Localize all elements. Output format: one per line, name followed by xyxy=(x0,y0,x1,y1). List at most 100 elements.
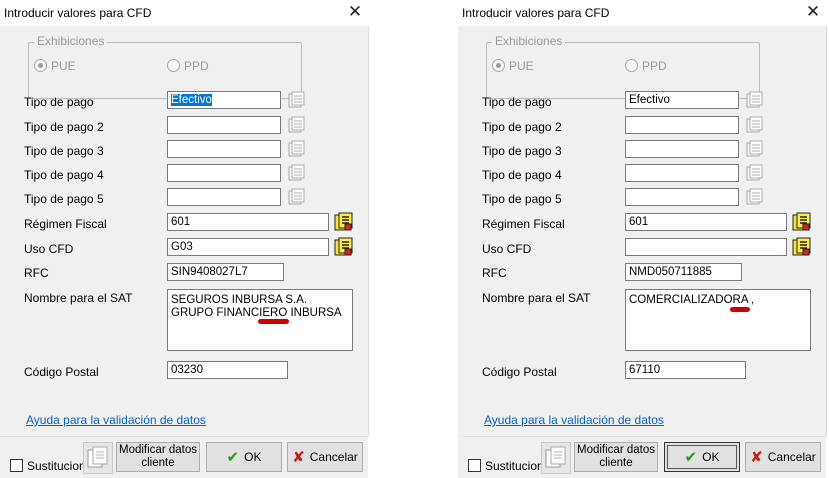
label-tipo-pago-4: Tipo de pago 4 xyxy=(24,168,104,182)
label-uso-cfd: Uso CFD xyxy=(482,242,532,256)
tipo-pago-5-field[interactable] xyxy=(167,188,281,206)
label-rfc: RFC xyxy=(24,266,49,280)
uso-cfd-field[interactable]: G03 xyxy=(167,238,329,256)
radio-pue-label: PUE xyxy=(509,59,534,73)
edit-list-icon[interactable] xyxy=(334,237,354,257)
regimen-fiscal-field[interactable]: 601 xyxy=(167,213,329,231)
document-icon xyxy=(545,446,566,468)
exhibiciones-label: Exhibiciones xyxy=(492,34,566,48)
rfc-field[interactable]: SIN9408027L7 xyxy=(167,263,284,281)
label-tipo-pago-5: Tipo de pago 5 xyxy=(482,192,562,206)
ok-label: OK xyxy=(702,450,720,464)
list-picker-icon[interactable] xyxy=(287,164,305,182)
modificar-datos-cliente-button[interactable]: Modificar datos cliente xyxy=(116,442,200,472)
cancel-label: Cancelar xyxy=(309,450,358,464)
modificar-label: Modificar datos cliente xyxy=(577,444,655,469)
label-uso-cfd: Uso CFD xyxy=(24,242,74,256)
cfd-dialog-right: Introducir valores para CFD ✕ Exhibicion… xyxy=(458,0,828,478)
tipo-pago-value: Efectivo xyxy=(171,94,212,106)
cancel-x-icon: ✘ xyxy=(292,449,305,466)
rfc-field[interactable]: NMD050711885 xyxy=(625,263,742,281)
close-icon[interactable]: ✕ xyxy=(804,3,822,21)
label-tipo-pago-2: Tipo de pago 2 xyxy=(24,120,104,134)
label-tipo-pago-5: Tipo de pago 5 xyxy=(24,192,104,206)
list-picker-icon[interactable] xyxy=(287,188,305,206)
cancel-button[interactable]: ✘ Cancelar xyxy=(287,442,363,472)
modificar-datos-cliente-button[interactable]: Modificar datos cliente xyxy=(574,442,658,472)
label-regimen-fiscal: Régimen Fiscal xyxy=(24,217,107,231)
document-button[interactable] xyxy=(541,442,571,474)
radio-unselected-icon xyxy=(625,59,638,72)
codigo-postal-field[interactable]: 67110 xyxy=(625,361,746,379)
radio-pue-label: PUE xyxy=(51,59,76,73)
list-picker-icon[interactable] xyxy=(745,188,763,206)
radio-ppd-label: PPD xyxy=(184,59,209,73)
red-underline-mark xyxy=(730,307,750,312)
title-bar: Introducir valores para CFD ✕ xyxy=(0,0,370,26)
red-underline-mark xyxy=(258,319,289,324)
list-picker-icon[interactable] xyxy=(745,116,763,134)
label-tipo-pago-3: Tipo de pago 3 xyxy=(482,144,562,158)
sustitucion-checkbox[interactable] xyxy=(10,459,23,472)
radio-ppd-label: PPD xyxy=(642,59,667,73)
radio-selected-icon xyxy=(492,59,505,72)
check-icon: ✔ xyxy=(684,449,698,466)
tipo-pago-2-field[interactable] xyxy=(625,116,739,134)
label-codigo-postal: Código Postal xyxy=(482,365,557,379)
sustitucion-label: Sustitucion xyxy=(27,459,86,473)
cfd-dialog-left: Introducir valores para CFD ✕ Exhibicion… xyxy=(0,0,370,478)
edit-list-icon[interactable] xyxy=(792,237,812,257)
radio-unselected-icon xyxy=(167,59,180,72)
uso-cfd-field[interactable] xyxy=(625,238,787,256)
help-validation-link[interactable]: Ayuda para la validación de datos xyxy=(484,413,664,427)
label-rfc: RFC xyxy=(482,266,507,280)
list-picker-icon[interactable] xyxy=(745,91,763,109)
check-icon: ✔ xyxy=(226,449,240,466)
tipo-pago-field[interactable]: Efectivo xyxy=(167,91,281,109)
label-tipo-pago: Tipo de pago xyxy=(24,95,94,109)
label-tipo-pago-2: Tipo de pago 2 xyxy=(482,120,562,134)
radio-selected-icon xyxy=(34,59,47,72)
close-icon[interactable]: ✕ xyxy=(346,3,364,21)
modificar-label: Modificar datos cliente xyxy=(119,444,197,469)
ok-label: OK xyxy=(244,450,262,464)
cancel-x-icon: ✘ xyxy=(750,449,763,466)
tipo-pago-3-field[interactable] xyxy=(167,140,281,158)
document-icon xyxy=(87,446,108,468)
codigo-postal-field[interactable]: 03230 xyxy=(167,361,288,379)
label-nombre-sat: Nombre para el SAT xyxy=(24,291,133,305)
label-regimen-fiscal: Régimen Fiscal xyxy=(482,217,565,231)
dialog-title: Introducir valores para CFD xyxy=(462,6,610,20)
regimen-fiscal-field[interactable]: 601 xyxy=(625,213,787,231)
list-picker-icon[interactable] xyxy=(745,164,763,182)
help-validation-link[interactable]: Ayuda para la validación de datos xyxy=(26,413,206,427)
list-picker-icon[interactable] xyxy=(287,140,305,158)
ok-button[interactable]: ✔ OK xyxy=(664,442,740,472)
document-button[interactable] xyxy=(83,442,113,474)
list-picker-icon[interactable] xyxy=(745,140,763,158)
edit-list-icon[interactable] xyxy=(334,212,354,232)
nombre-sat-textarea[interactable]: COMERCIALIZADORA , xyxy=(625,289,811,351)
label-nombre-sat: Nombre para el SAT xyxy=(482,291,591,305)
label-tipo-pago-4: Tipo de pago 4 xyxy=(482,168,562,182)
tipo-pago-4-field[interactable] xyxy=(625,164,739,182)
sustitucion-checkbox[interactable] xyxy=(468,459,481,472)
sustitucion-label: Sustitucion xyxy=(485,459,544,473)
tipo-pago-3-field[interactable] xyxy=(625,140,739,158)
ok-button[interactable]: ✔ OK xyxy=(206,442,282,472)
tipo-pago-field[interactable]: Efectivo xyxy=(625,91,739,109)
cancel-button[interactable]: ✘ Cancelar xyxy=(745,442,821,472)
tipo-pago-5-field[interactable] xyxy=(625,188,739,206)
label-tipo-pago-3: Tipo de pago 3 xyxy=(24,144,104,158)
edit-list-icon[interactable] xyxy=(792,212,812,232)
label-tipo-pago: Tipo de pago xyxy=(482,95,552,109)
title-bar: Introducir valores para CFD ✕ xyxy=(458,0,828,26)
exhibiciones-label: Exhibiciones xyxy=(34,34,108,48)
label-codigo-postal: Código Postal xyxy=(24,365,99,379)
list-picker-icon[interactable] xyxy=(287,91,305,109)
list-picker-icon[interactable] xyxy=(287,116,305,134)
tipo-pago-2-field[interactable] xyxy=(167,116,281,134)
dialog-title: Introducir valores para CFD xyxy=(4,6,152,20)
tipo-pago-4-field[interactable] xyxy=(167,164,281,182)
cancel-label: Cancelar xyxy=(767,450,816,464)
